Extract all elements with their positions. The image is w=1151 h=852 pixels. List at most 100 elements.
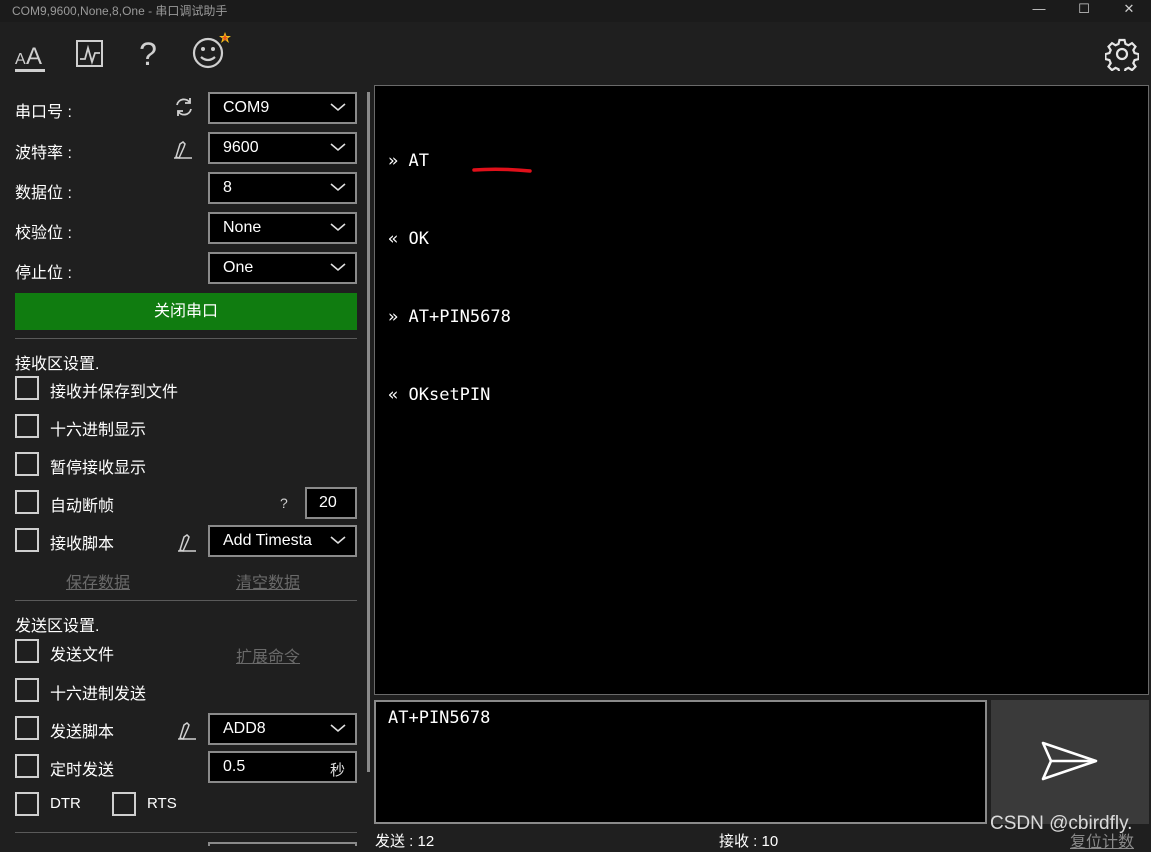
svg-text:A: A [15,51,26,68]
timed-send-unit: 秒 [329,762,345,779]
direction-marker: » [388,307,399,327]
minimize-button[interactable]: — [1016,0,1062,22]
maximize-button[interactable]: ☐ [1061,0,1107,22]
line-text: OK [408,229,429,249]
send-input[interactable]: AT+PIN5678 [374,700,987,824]
settings-icon[interactable] [1104,37,1140,75]
pen-icon[interactable] [176,719,198,741]
auto-frame-value: 20 [319,494,337,511]
timed-send-label: 定时发送 [50,762,115,779]
chevron-down-icon [330,223,346,232]
divider [15,832,357,833]
font-size-icon[interactable]: A A [12,38,48,72]
close-port-button[interactable]: 关闭串口 [15,293,357,330]
rts-checkbox[interactable] [112,792,136,816]
auto-frame-input[interactable]: 20 [305,487,357,519]
parity-value: None [223,219,262,236]
receive-script-value: Add Timesta [223,532,312,549]
chart-icon[interactable] [75,39,105,69]
refresh-icon[interactable] [173,96,195,118]
databits-select[interactable]: 8 [208,172,357,204]
terminal-line: » AT+PIN5678 [388,304,511,330]
hex-send-checkbox[interactable] [15,678,39,702]
send-script-value: ADD8 [223,720,266,737]
chevron-down-icon [330,183,346,192]
parity-select[interactable]: None [208,212,357,244]
dtr-checkbox[interactable] [15,792,39,816]
line-text: AT+PIN5678 [408,307,511,327]
save-data-link[interactable]: 保存数据 [66,569,130,593]
send-input-value: AT+PIN5678 [388,708,491,728]
pause-display-label: 暂停接收显示 [50,460,147,477]
direction-marker: » [388,151,399,171]
auto-frame-help[interactable]: ? [280,495,288,511]
clear-data-link[interactable]: 清空数据 [236,569,300,593]
send-script-label: 发送脚本 [50,724,115,741]
terminal-line: « OKsetPIN [388,382,511,408]
terminal-lines: » AT « OK » AT+PIN5678 « OKsetPIN [388,96,511,460]
baud-select[interactable]: 9600 [208,132,357,164]
send-script-checkbox[interactable] [15,716,39,740]
save-to-file-label: 接收并保存到文件 [50,384,179,401]
send-file-label: 发送文件 [50,647,115,664]
parity-label: 校验位 : [15,225,72,242]
send-arrow-icon [1041,741,1098,781]
red-underline-annotation [472,167,532,173]
received-count: 接收 : 10 [719,833,779,850]
sent-count: 发送 : 12 [375,833,435,850]
baud-label: 波特率 : [15,145,72,162]
receive-script-label: 接收脚本 [50,536,115,553]
hex-send-label: 十六进制发送 [50,686,147,703]
send-file-checkbox[interactable] [15,639,39,663]
receive-script-checkbox[interactable] [15,528,39,552]
receive-area[interactable]: » AT « OK » AT+PIN5678 « OKsetPIN [374,85,1149,695]
timed-send-value: 0.5 [223,758,246,775]
timed-send-checkbox[interactable] [15,754,39,778]
chevron-down-icon [330,143,346,152]
pause-display-checkbox[interactable] [15,452,39,476]
send-section-title: 发送区设置. [15,618,100,635]
port-value: COM9 [223,99,270,116]
baud-value: 9600 [223,139,259,156]
line-text: AT [408,151,429,171]
receive-section-title: 接收区设置. [15,356,100,373]
timed-send-input[interactable]: 0.5 秒 [208,751,357,783]
auto-frame-label: 自动断帧 [50,498,115,515]
dtr-label: DTR [50,795,81,812]
extend-command-link[interactable]: 扩展命令 [236,643,300,667]
chevron-down-icon [330,536,346,545]
stopbits-select[interactable]: One [208,252,357,284]
direction-marker: « [388,385,399,405]
rts-label: RTS [147,795,177,812]
chevron-down-icon [330,103,346,112]
port-select[interactable]: COM9 [208,92,357,124]
svg-text:A: A [26,43,42,70]
divider [15,600,357,601]
hex-display-label: 十六进制显示 [50,422,147,439]
port-label: 串口号 : [15,104,72,121]
smiley-icon[interactable] [191,30,233,72]
pen-icon[interactable] [172,138,194,160]
send-button[interactable] [991,700,1149,824]
receive-script-select[interactable]: Add Timesta [208,525,357,557]
send-script-select[interactable]: ADD8 [208,713,357,745]
pen-icon[interactable] [176,531,198,553]
save-to-file-checkbox[interactable] [15,376,39,400]
chevron-down-icon [330,724,346,733]
close-button[interactable]: ✕ [1106,0,1151,22]
partial-select[interactable] [208,842,357,846]
stopbits-value: One [223,259,254,276]
direction-marker: « [388,229,399,249]
chevron-down-icon [330,263,346,272]
databits-value: 8 [223,179,232,196]
watermark: CSDN @cbirdfly. [990,813,1133,834]
divider [15,338,357,339]
databits-label: 数据位 : [15,185,72,202]
terminal-line: « OK [388,226,511,252]
line-text: OKsetPIN [408,385,491,405]
help-icon[interactable]: ? [134,36,162,72]
hex-display-checkbox[interactable] [15,414,39,438]
auto-frame-checkbox[interactable] [15,490,39,514]
stopbits-label: 停止位 : [15,265,72,282]
left-panel-scrollbar[interactable] [367,92,370,772]
